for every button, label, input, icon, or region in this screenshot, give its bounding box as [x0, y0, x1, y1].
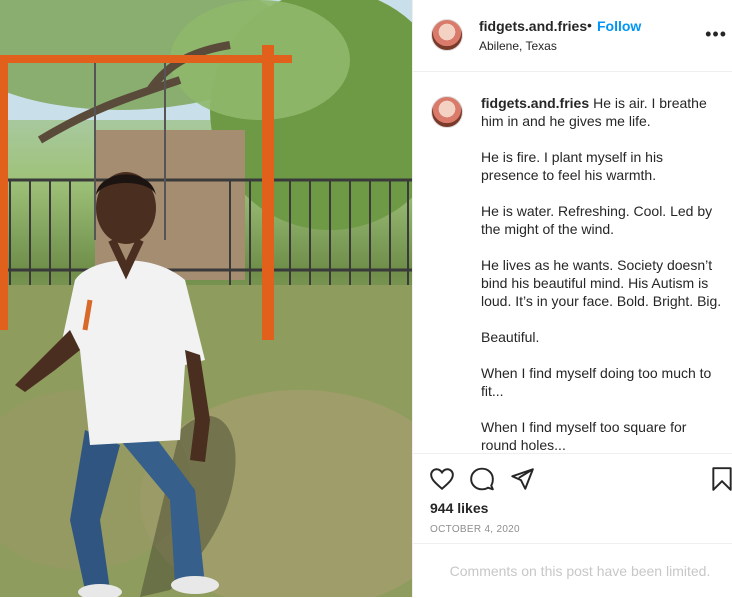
caption-paragraph: He lives as he wants. Society doesn’t bi…: [481, 257, 722, 309]
separator-dot: •: [587, 17, 592, 33]
caption-paragraph: fidgets.and.fries He is air. I breathe hi…: [481, 94, 723, 130]
post-side-panel: fidgets.and.fries • Follow Abilene, Texa…: [412, 0, 732, 597]
comments-limited-notice: Comments on this post have been limited.: [413, 543, 732, 597]
avatar[interactable]: [431, 19, 463, 51]
post-header: fidgets.and.fries • Follow Abilene, Texa…: [413, 0, 732, 72]
share-icon[interactable]: [509, 466, 535, 492]
caption-paragraph: When I find myself doing too much to fit…: [481, 365, 712, 399]
post-photo[interactable]: [0, 0, 412, 597]
caption-paragraph: When I find myself too square for round …: [481, 419, 687, 452]
more-options-icon[interactable]: •••: [705, 24, 727, 45]
location-link[interactable]: Abilene, Texas: [479, 39, 557, 53]
caption-avatar[interactable]: [431, 96, 463, 128]
caption-text: fidgets.and.fries He is air. I breathe hi…: [481, 94, 723, 452]
bookmark-icon[interactable]: [709, 466, 732, 492]
caption-paragraph: He is fire. I plant myself in his presen…: [481, 149, 664, 183]
action-bar: [413, 453, 732, 493]
photo-scene: [0, 0, 412, 597]
like-count[interactable]: 944 likes: [430, 500, 488, 516]
heart-icon[interactable]: [429, 466, 455, 492]
caption-area[interactable]: fidgets.and.fries He is air. I breathe hi…: [413, 72, 732, 452]
comment-icon[interactable]: [469, 466, 495, 492]
username-link[interactable]: fidgets.and.fries: [479, 18, 587, 34]
caption-username-link[interactable]: fidgets.and.fries: [481, 95, 589, 111]
post-date[interactable]: OCTOBER 4, 2020: [430, 524, 520, 535]
caption-paragraph: He is water. Refreshing. Cool. Led by th…: [481, 203, 713, 237]
follow-button[interactable]: Follow: [597, 18, 641, 34]
caption-paragraph: Beautiful.: [481, 329, 540, 345]
